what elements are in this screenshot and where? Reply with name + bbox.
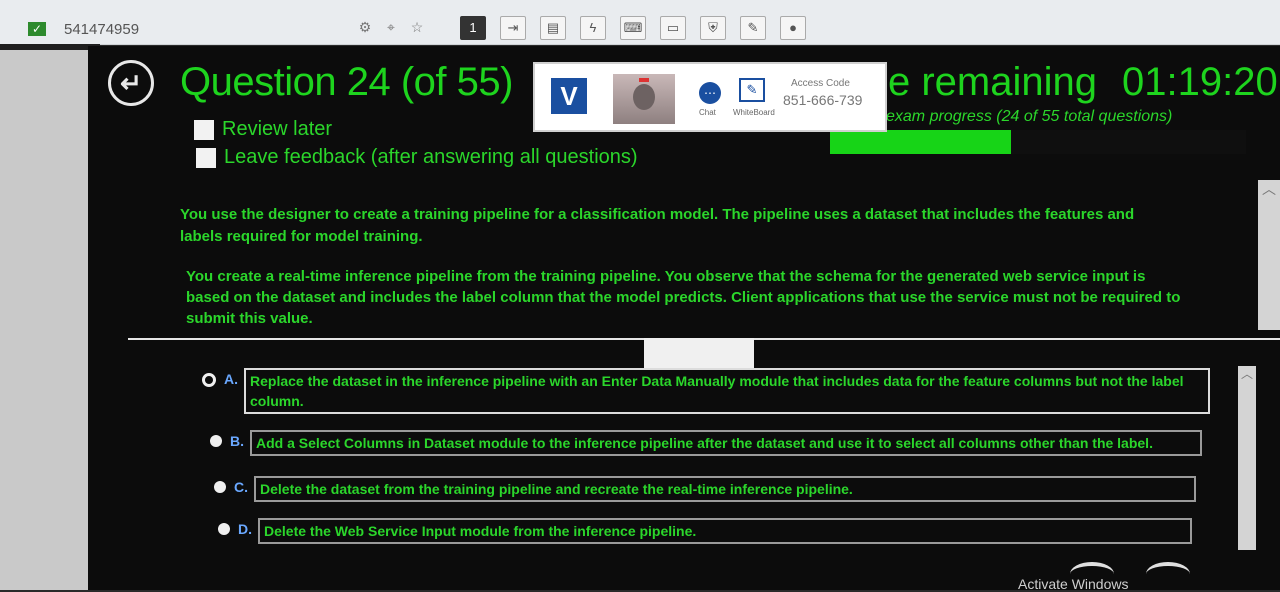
settings-icon[interactable]: ⚙ [356, 18, 374, 36]
webcam-feed [613, 74, 675, 124]
option-letter: D. [238, 521, 252, 537]
scroll-up-icon[interactable]: ︿ [1258, 180, 1280, 198]
recording-indicator [639, 78, 649, 82]
question-stem-2: You create a real-time inference pipelin… [186, 268, 1181, 327]
time-remaining-value: 01:19:20 [1122, 60, 1278, 104]
option-letter: B. [230, 433, 244, 449]
review-later-label: Review later [222, 118, 333, 140]
option-text[interactable]: Add a Select Columns in Dataset module t… [250, 430, 1202, 456]
checkbox-icon[interactable] [194, 119, 214, 140]
answer-option-a[interactable]: A. Replace the dataset in the inference … [202, 368, 1210, 414]
progress-fill [830, 130, 1012, 154]
option-letter: A. [224, 371, 238, 387]
radio-a[interactable] [202, 373, 216, 387]
nav-arc-icon[interactable] [1146, 562, 1190, 586]
tool-icons: ⚙ ⌖ ☆ [356, 18, 426, 36]
exam-progress-bar [830, 130, 1246, 154]
answers-scrollbar[interactable]: ︿ [1238, 366, 1256, 550]
option-letter: C. [234, 479, 248, 495]
pen-icon[interactable]: ✎ [740, 16, 766, 40]
proctor-logo: V [551, 78, 587, 114]
answer-option-d[interactable]: D. Delete the Web Service Input module f… [218, 518, 1192, 544]
whiteboard-label: WhiteBoard [733, 108, 775, 117]
check-icon: ✓ [28, 22, 46, 36]
pin-icon[interactable]: ⌖ [382, 18, 400, 36]
chat-label: Chat [699, 108, 716, 117]
scroll-up-icon[interactable]: ︿ [1238, 366, 1256, 382]
toolbar-buttons: 1 ⇥ ▤ ϟ ⌨ ▭ ⛨ ✎ ● [460, 16, 806, 40]
monitor-icon[interactable]: ▭ [660, 16, 686, 40]
checkbox-icon[interactable] [196, 147, 216, 168]
session-id: 541474959 [64, 21, 140, 38]
leave-feedback-label: Leave feedback (after answering all ques… [224, 146, 638, 168]
question-stem-1: You use the designer to create a trainin… [180, 206, 1135, 245]
star-icon[interactable]: ☆ [408, 18, 426, 36]
exam-progress-label: exam progress (24 of 55 total questions) [886, 108, 1173, 125]
page-number-button[interactable]: 1 [460, 16, 486, 40]
question-title: Question 24 (of 55) [180, 60, 513, 104]
record-icon[interactable]: ● [780, 16, 806, 40]
back-icon[interactable]: ↵ [108, 60, 154, 106]
time-remaining-label: e remaining [888, 60, 1098, 104]
keyboard-icon[interactable]: ⌨ [620, 16, 646, 40]
proctor-overlay: V ⋯ Chat ✎ WhiteBoard Access Code 851-66… [533, 62, 887, 132]
webcam-person [633, 84, 655, 110]
radio-c[interactable] [214, 481, 226, 493]
comment-icon[interactable]: ▤ [540, 16, 566, 40]
option-text[interactable]: Delete the Web Service Input module from… [258, 518, 1192, 544]
radio-d[interactable] [218, 523, 230, 535]
flash-icon[interactable]: ϟ [580, 16, 606, 40]
pane-splitter-handle[interactable] [644, 338, 754, 370]
option-text[interactable]: Replace the dataset in the inference pip… [244, 368, 1210, 414]
access-code-value: 851-666-739 [783, 92, 863, 108]
answer-option-b[interactable]: B. Add a Select Columns in Dataset modul… [210, 430, 1202, 456]
leave-feedback-checkbox[interactable]: Leave feedback (after answering all ques… [196, 146, 638, 169]
option-text[interactable]: Delete the dataset from the training pip… [254, 476, 1196, 502]
access-code-label: Access Code [791, 78, 850, 89]
shield-icon[interactable]: ⛨ [700, 16, 726, 40]
answer-option-c[interactable]: C. Delete the dataset from the training … [214, 476, 1196, 502]
review-later-checkbox[interactable]: Review later [194, 118, 332, 141]
calculator-icon[interactable]: ⇥ [500, 16, 526, 40]
browser-toolbar: ✓ 541474959 ⚙ ⌖ ☆ 1 ⇥ ▤ ϟ ⌨ ▭ ⛨ ✎ ● [0, 0, 1280, 45]
radio-b[interactable] [210, 435, 222, 447]
whiteboard-icon[interactable]: ✎ [739, 78, 765, 102]
question-scrollbar[interactable]: ︿ [1258, 180, 1280, 330]
chat-icon[interactable]: ⋯ [699, 82, 721, 104]
